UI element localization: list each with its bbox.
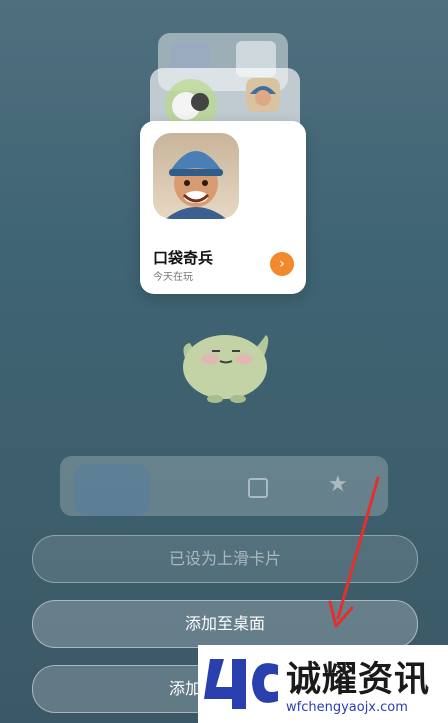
watermark-name: 诚耀资讯 (286, 660, 431, 700)
mascot-illustration (183, 335, 269, 403)
soldier-mini-icon (246, 78, 280, 112)
add-button-label: 添加 (169, 679, 202, 698)
calendar-icon (248, 478, 268, 498)
featured-game-card[interactable]: 口袋奇兵 今天在玩 › (140, 121, 306, 294)
game-title: 口袋奇兵 (153, 249, 214, 267)
dock-app-icon (74, 464, 150, 516)
annotation-arrow-icon (328, 476, 380, 628)
watermark-url: wfchengyaojx.com (286, 700, 408, 715)
watermark-logo-icon (204, 659, 278, 709)
open-arrow-icon[interactable]: › (270, 252, 294, 276)
watermark-overlay: 诚耀资讯 wfchengyaojx.com (198, 645, 448, 723)
game-status: 今天在玩 (153, 272, 193, 283)
pocket-troops-app-icon (153, 133, 239, 219)
